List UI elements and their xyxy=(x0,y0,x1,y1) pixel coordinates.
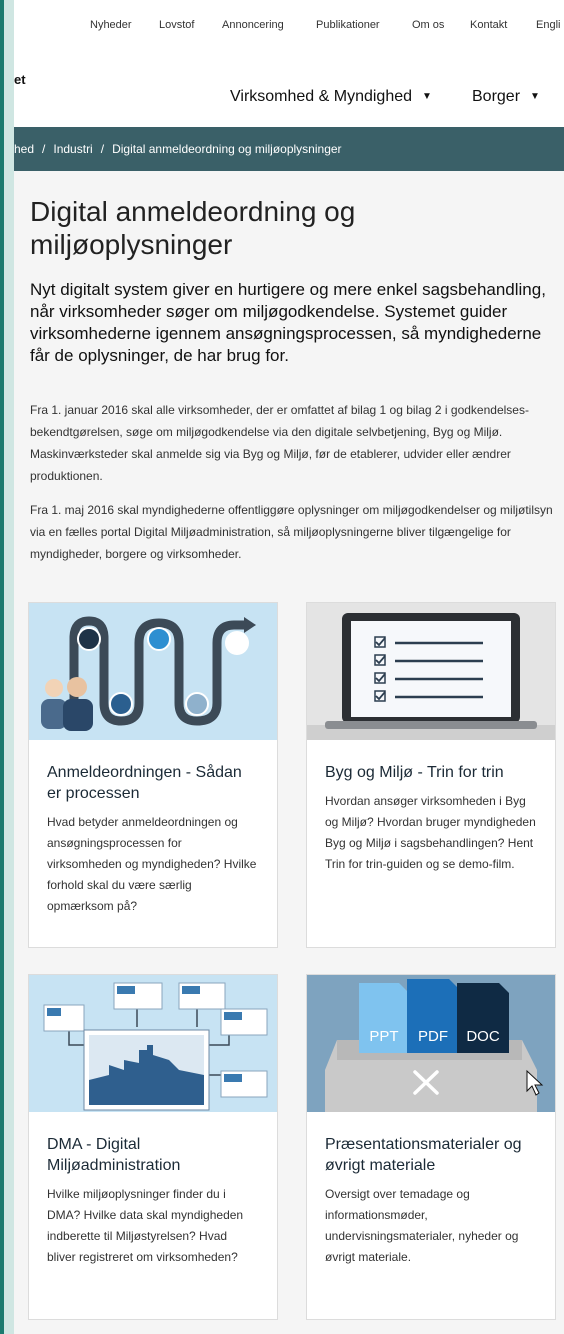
chevron-down-icon: ▼ xyxy=(422,91,432,102)
main-content: Digital anmeldeordning og miljøoplysning… xyxy=(14,171,564,1334)
topnav-link-english[interactable]: Engli xyxy=(536,19,560,31)
card-text: Oversigt over temadage og informationsmø… xyxy=(325,1187,519,1264)
page: Nyheder Lovstof Annoncering Publikatione… xyxy=(14,0,564,1334)
topnav-link-nyheder[interactable]: Nyheder xyxy=(90,19,132,31)
card-dma[interactable]: DMA - Digital Miljøadministration Hvilke… xyxy=(28,974,278,1320)
body-paragraph-2: Fra 1. maj 2016 skal myndighederne offen… xyxy=(30,503,553,561)
page-title: Digital anmeldeordning og miljøoplysning… xyxy=(30,196,356,260)
top-nav: Nyheder Lovstof Annoncering Publikatione… xyxy=(14,0,564,56)
topnav-link-lovstof[interactable]: Lovstof xyxy=(159,19,194,31)
card-title[interactable]: Anmeldeordningen - Sådan er processen xyxy=(47,762,259,804)
pdf-file-label: PDF xyxy=(418,1028,448,1045)
chevron-down-icon: ▼ xyxy=(530,91,540,102)
card-anmeldeordningen[interactable]: Anmeldeordningen - Sådan er processen Hv… xyxy=(28,602,278,948)
card-text: Hvordan ansøger virksomheden i Byg og Mi… xyxy=(325,794,536,871)
topnav-link-publikationer[interactable]: Publikationer xyxy=(316,19,380,31)
breadcrumb-item-current: Digital anmeldeordning og miljøoplysning… xyxy=(112,142,342,156)
card-text: Hvilke miljøoplysninger finder du i DMA?… xyxy=(47,1187,244,1264)
logo[interactable]: et xyxy=(14,72,26,87)
card-byg-og-miljo[interactable]: Byg og Miljø - Trin for trin Hvordan ans… xyxy=(306,602,556,948)
ppt-file-label: PPT xyxy=(369,1028,398,1045)
network-documents-illustration xyxy=(29,975,277,1112)
mainnav-virksomhed[interactable]: Virksomhed & Myndighed ▼ xyxy=(230,88,432,106)
lead-paragraph: Nyt digitalt system giver en hurtigere o… xyxy=(30,280,546,365)
body-paragraph-1: Fra 1. januar 2016 skal alle virksomhede… xyxy=(30,403,529,483)
topnav-link-om-os[interactable]: Om os xyxy=(412,19,444,31)
mainnav-borger-label: Borger xyxy=(472,88,521,105)
breadcrumb-item-parent[interactable]: hed xyxy=(14,142,34,156)
breadcrumb-item-industri[interactable]: Industri xyxy=(53,142,92,156)
mainnav-virksomhed-label: Virksomhed & Myndighed xyxy=(230,88,413,105)
card-title[interactable]: Byg og Miljø - Trin for trin xyxy=(325,762,537,783)
laptop-checklist-illustration xyxy=(307,603,555,740)
card-praesentationsmaterialer[interactable]: PPT PDF DOC Præsentationsmaterialer og ø… xyxy=(306,974,556,1320)
breadcrumb: hed / Industri / Digital anmeldeordning og m… xyxy=(14,127,564,171)
topnav-link-kontakt[interactable]: Kontakt xyxy=(470,19,507,31)
card-title[interactable]: Præsentationsmaterialer og øvrigt materi… xyxy=(325,1134,537,1176)
process-flow-illustration xyxy=(29,603,277,740)
file-types-illustration: PPT PDF DOC xyxy=(307,975,555,1112)
mainnav-borger[interactable]: Borger ▼ xyxy=(472,88,540,106)
doc-file-label: DOC xyxy=(466,1028,500,1045)
card-text: Hvad betyder anmeldeordningen og ansøgni… xyxy=(47,815,257,913)
breadcrumb-separator: / xyxy=(100,142,105,156)
breadcrumb-separator: / xyxy=(42,142,46,156)
topnav-link-annoncering[interactable]: Annoncering xyxy=(222,19,284,31)
card-title[interactable]: DMA - Digital Miljøadministration xyxy=(47,1134,259,1176)
